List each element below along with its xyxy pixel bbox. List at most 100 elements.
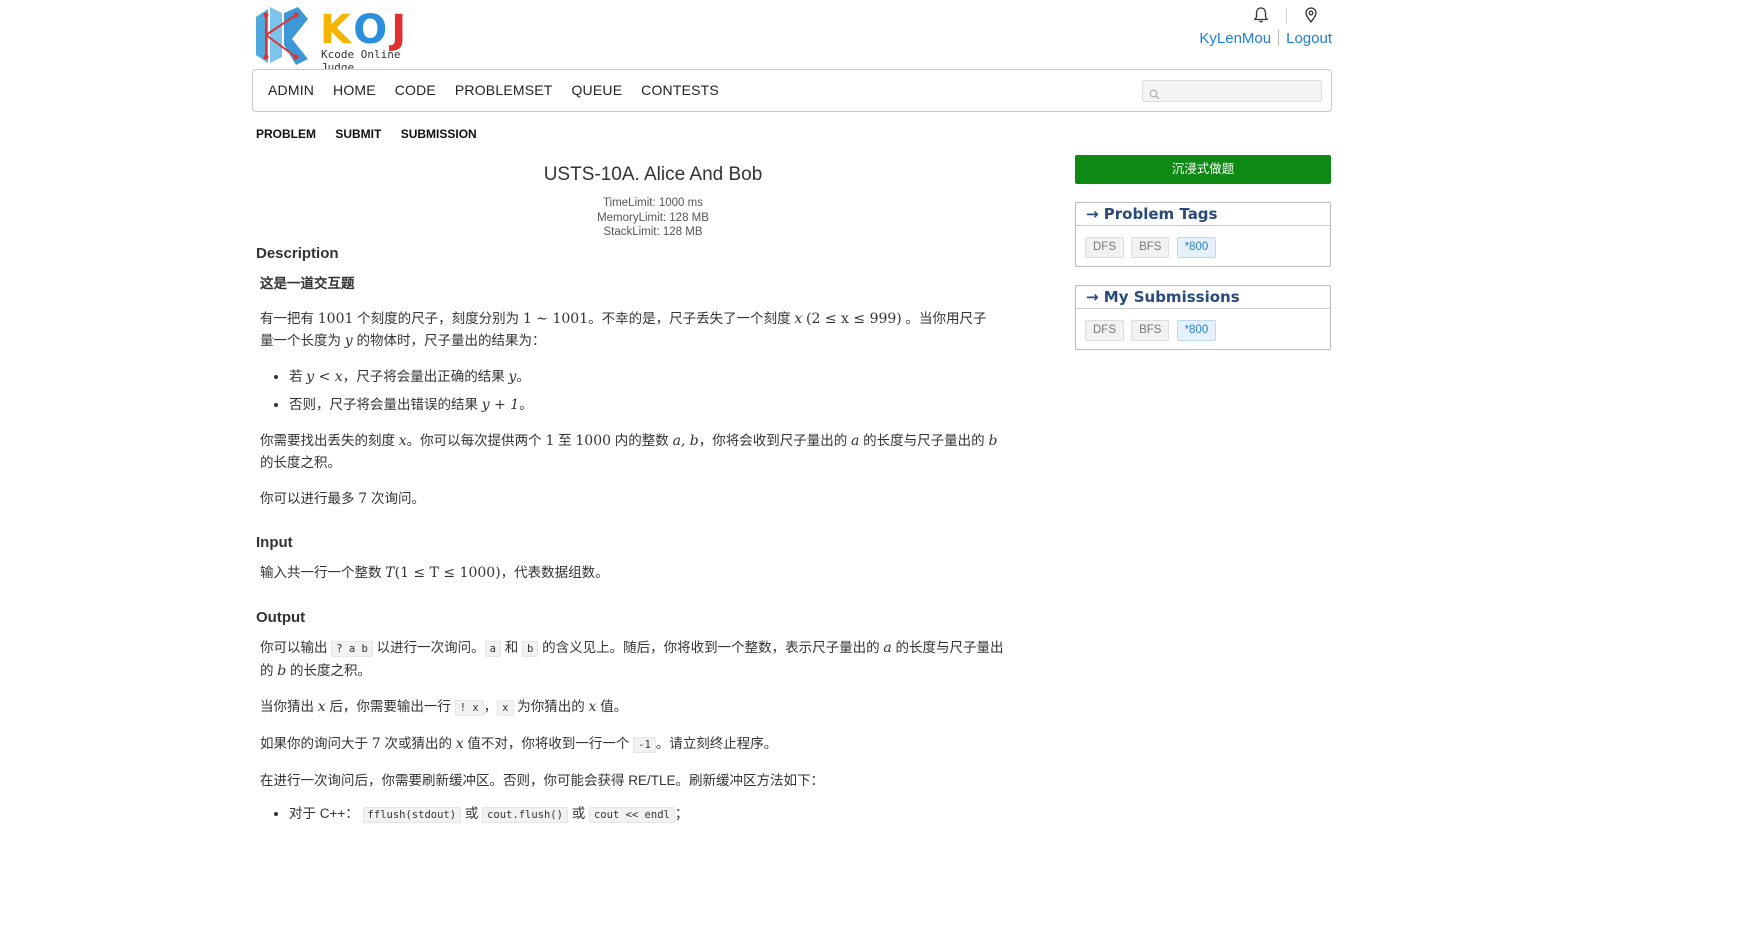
description-paragraph-3: 你可以进行最多 7 次询问。 <box>256 488 1050 510</box>
inline-code: fflush(stdout) <box>362 806 462 823</box>
main-navbar: ADMIN HOME CODE PROBLEMSET QUEUE CONTEST… <box>252 69 1332 112</box>
interactive-note: 这是一道交互题 <box>260 275 355 291</box>
problem-title: USTS-10A. Alice And Bob <box>543 164 763 185</box>
text: 。 <box>516 368 530 384</box>
stack-limit: StackLimit: 128 MB <box>603 226 703 238</box>
inline-code: ! x <box>454 699 484 716</box>
problem-tags-body: DFS BFS *800 <box>1076 226 1330 266</box>
submission-tag-bfs[interactable]: BFS <box>1131 320 1170 341</box>
site-logo[interactable]: KOJ Kcode Online Judge <box>252 5 427 74</box>
math: b <box>277 662 287 679</box>
math: a, b <box>672 432 699 449</box>
tag-rating[interactable]: *800 <box>1176 237 1217 258</box>
text: 若 <box>289 368 303 384</box>
nav-contests[interactable]: CONTESTS <box>641 82 719 98</box>
tag-dfs[interactable]: DFS <box>1085 237 1124 258</box>
koj-logo-icon <box>256 7 308 65</box>
output-paragraph-2: 当你猜出 x 后，你需要输出一行 ! x， x 为你猜出的 x 值。 <box>256 696 1050 719</box>
problem-content: USTS-10A. Alice And Bob TimeLimit: 1000 … <box>256 160 1050 829</box>
search-box <box>1142 80 1322 102</box>
submission-tag-dfs[interactable]: DFS <box>1085 320 1124 341</box>
text: 你需要找出丢失的刻度 <box>260 432 395 448</box>
text: 内的整数 <box>614 432 669 448</box>
username-link[interactable]: KyLenMou <box>1199 30 1271 47</box>
text: 为你猜出的 <box>517 698 585 714</box>
inline-code: ? a b <box>331 640 373 657</box>
text: 。请立刻终止程序。 <box>655 735 778 751</box>
text: 或 <box>571 805 586 821</box>
icon-separator <box>1286 8 1287 24</box>
math: 1 <box>545 432 555 449</box>
text: 至 <box>558 432 572 448</box>
location-pin-icon[interactable] <box>1302 6 1320 28</box>
text: 的长度与尺子量出的 <box>863 432 985 448</box>
text: 当你猜出 <box>260 698 314 714</box>
nav-admin[interactable]: ADMIN <box>268 82 314 98</box>
text: 次或猜出的 <box>384 735 452 751</box>
math: a <box>883 639 892 656</box>
text: 对于 C++： <box>289 805 359 821</box>
text: 值。 <box>600 698 628 714</box>
search-input[interactable] <box>1163 81 1318 101</box>
text: 。 <box>519 396 533 412</box>
text: 你可以输出 <box>260 639 328 655</box>
text: ， <box>483 698 498 714</box>
math: x <box>398 432 407 449</box>
header: KOJ Kcode Online Judge KyLenMou Logout <box>252 0 1332 74</box>
math: x <box>455 735 464 752</box>
memory-limit: MemoryLimit: 128 MB <box>597 211 709 224</box>
subnav-problem[interactable]: PROBLEM <box>256 127 316 141</box>
text: 你可以进行最多 <box>260 490 355 506</box>
text: 。不幸的是，尺子丢失了一个刻度 <box>588 310 791 326</box>
text: 次询问。 <box>370 490 425 506</box>
problem-tags-title: → Problem Tags <box>1076 203 1330 226</box>
inline-code: -1 <box>633 736 656 753</box>
text: ，尺子将会量出正确的结果 <box>342 368 505 384</box>
logout-link[interactable]: Logout <box>1286 30 1332 47</box>
submission-tag-rating[interactable]: *800 <box>1176 320 1217 341</box>
ruler-rules-list: 若 y < x，尺子将会量出正确的结果 y。 否则，尺子将会量出错误的结果 y … <box>256 363 1050 419</box>
nav-queue[interactable]: QUEUE <box>571 82 622 98</box>
text: 的长度与尺子量出 <box>895 639 1004 655</box>
text: 值不对，你将收到一行一个 <box>467 735 630 751</box>
user-area: KyLenMou Logout <box>1192 4 1332 54</box>
math: a <box>851 432 860 449</box>
text: 。当你用尺子 <box>905 310 987 326</box>
nav-home[interactable]: HOME <box>333 82 376 98</box>
subnav-submission[interactable]: SUBMISSION <box>401 127 477 141</box>
output-paragraph-4: 在进行一次询问后，你需要刷新缓冲区。否则，你可能会获得 RE/TLE。刷新缓冲区… <box>260 772 825 788</box>
tag-bfs[interactable]: BFS <box>1131 237 1170 258</box>
math: y < x <box>306 368 343 385</box>
description-paragraph-1: 有一把有 1001 个刻度的尺子，刻度分别为 1 ∼ 1001。不幸的是，尺子丢… <box>256 308 1050 352</box>
inline-code: cout.flush() <box>482 806 568 823</box>
text: 后，你需要输出一行 <box>329 698 451 714</box>
nav-code[interactable]: CODE <box>395 82 436 98</box>
nav-items: ADMIN HOME CODE PROBLEMSET QUEUE CONTEST… <box>268 82 734 98</box>
text: 和 <box>504 639 519 655</box>
inline-code: b <box>522 640 539 657</box>
problem-tags-panel: → Problem Tags DFS BFS *800 <box>1075 202 1331 267</box>
list-item: 对于 C++： fflush(stdout) 或 cout.flush() 或 … <box>289 800 1050 829</box>
output-heading: Output <box>256 608 306 626</box>
my-submissions-body: DFS BFS *800 <box>1076 309 1330 349</box>
time-limit: TimeLimit: 1000 ms <box>603 197 703 209</box>
list-item: 否则，尺子将会量出错误的结果 y + 1。 <box>289 391 1050 419</box>
inline-code: a <box>484 640 501 657</box>
text: 的含义见上。随后，你将收到一个整数，表示尺子量出的 <box>542 639 880 655</box>
math: 1001 <box>317 310 354 327</box>
math: 7 <box>358 490 368 507</box>
flush-methods-list: 对于 C++： fflush(stdout) 或 cout.flush() 或 … <box>256 800 1050 829</box>
list-item: 若 y < x，尺子将会量出正确的结果 y。 <box>289 363 1050 391</box>
subnav-submit[interactable]: SUBMIT <box>335 127 381 141</box>
nav-problemset[interactable]: PROBLEMSET <box>455 82 553 98</box>
text: 的长度之积。 <box>290 662 371 678</box>
search-icon <box>1149 85 1160 104</box>
text: 。你可以每次提供两个 <box>406 432 542 448</box>
math: 7 <box>371 735 381 752</box>
text: ； <box>674 805 689 821</box>
bell-icon[interactable] <box>1252 6 1270 28</box>
text: ，你将会收到尺子量出的 <box>698 432 848 448</box>
math: y <box>344 332 353 349</box>
math: x <box>588 698 597 715</box>
immersive-mode-button[interactable]: 沉浸式做题 <box>1075 155 1331 184</box>
